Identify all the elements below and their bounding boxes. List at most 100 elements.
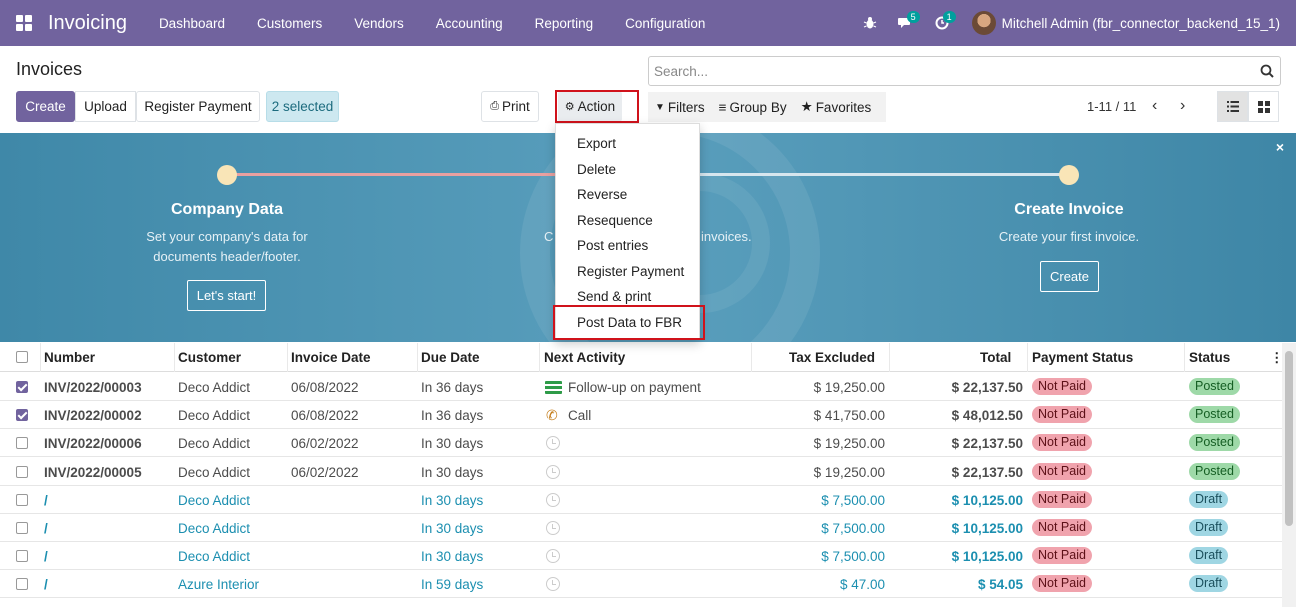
row-checkbox[interactable] xyxy=(16,522,28,534)
filters-button[interactable]: ▼ Filters xyxy=(648,100,712,115)
cell-due-date: In 30 days xyxy=(421,492,484,508)
debug-bug-icon[interactable] xyxy=(852,0,888,46)
table-scrollbar[interactable] xyxy=(1282,343,1296,607)
cell-invoice-date: 06/08/2022 xyxy=(291,380,359,395)
column-divider xyxy=(539,343,540,372)
status-badge: Posted xyxy=(1189,462,1240,480)
app-title[interactable]: Invoicing xyxy=(48,12,127,35)
row-checkbox[interactable] xyxy=(16,578,28,591)
print-button[interactable]: ⎙ Print xyxy=(481,91,539,122)
apps-menu-icon[interactable] xyxy=(0,0,48,46)
follow-up-icon[interactable] xyxy=(545,381,562,394)
close-icon[interactable]: × xyxy=(1276,139,1284,155)
menu-item-post-entries[interactable]: Post entries xyxy=(577,238,648,253)
cell-next-activity[interactable]: Call xyxy=(568,408,591,423)
status-badge: Draft xyxy=(1189,575,1229,593)
cell-next-activity[interactable]: Follow-up on payment xyxy=(568,380,701,395)
cell-total: $ 10,125.00 xyxy=(951,492,1023,508)
row-checkbox[interactable] xyxy=(16,465,28,478)
phone-icon[interactable]: ✆ xyxy=(546,407,558,424)
upload-button[interactable]: Upload xyxy=(75,91,136,122)
step-1-title: Company Data xyxy=(170,201,284,218)
menu-item-resequence[interactable]: Resequence xyxy=(577,213,653,228)
search-input[interactable]: Search... xyxy=(648,56,1281,86)
cell-number: / xyxy=(44,492,48,508)
select-all-checkbox[interactable] xyxy=(16,351,28,363)
cell-tax-excluded: $ 19,250.00 xyxy=(813,380,885,395)
row-checkbox[interactable] xyxy=(16,409,28,422)
user-menu[interactable]: Mitchell Admin (fbr_connector_backend_15… xyxy=(1002,16,1280,31)
scrollbar-thumb[interactable] xyxy=(1285,351,1293,526)
clock-icon[interactable] xyxy=(546,492,560,507)
header-tax-excluded[interactable]: Tax Excluded xyxy=(789,350,875,365)
table-row[interactable]: INV/2022/00003 Deco Addict 06/08/2022 In 36… xyxy=(0,373,1282,401)
table-row[interactable]: / Azure Interior In 59 days $ 47.00 $ 54.05 N… xyxy=(0,570,1282,599)
step-2-description-part: invoices. xyxy=(701,229,752,244)
header-invoice-date[interactable]: Invoice Date xyxy=(291,350,371,365)
payment-status-badge: Not Paid xyxy=(1032,547,1092,565)
menu-item-delete[interactable]: Delete xyxy=(577,162,616,177)
cell-tax-excluded: $ 7,500.00 xyxy=(821,521,885,536)
cell-customer: Deco Addict xyxy=(178,380,251,395)
row-checkbox[interactable] xyxy=(16,493,28,506)
menu-configuration[interactable]: Configuration xyxy=(609,0,721,46)
table-row[interactable]: INV/2022/00006 Deco Addict 06/02/2022 In 30… xyxy=(0,429,1282,458)
lets-start-button[interactable]: Let's start! xyxy=(187,280,266,311)
step-1-description: Set your company's data for documents he… xyxy=(146,229,308,264)
clock-icon[interactable] xyxy=(546,521,560,535)
create-invoice-button[interactable]: Create xyxy=(1040,261,1099,292)
column-divider xyxy=(1027,343,1028,372)
clock-icon[interactable] xyxy=(546,436,560,451)
menu-item-reverse[interactable]: Reverse xyxy=(577,187,627,202)
pager-value[interactable]: 1-11 / 11 xyxy=(1087,99,1136,114)
menu-accounting[interactable]: Accounting xyxy=(420,0,519,46)
row-checkbox[interactable] xyxy=(16,437,28,450)
row-checkbox[interactable] xyxy=(16,381,28,393)
header-payment-status[interactable]: Payment Status xyxy=(1032,350,1133,365)
search-icon[interactable] xyxy=(1260,64,1274,78)
clock-icon[interactable] xyxy=(546,464,560,479)
menu-reporting[interactable]: Reporting xyxy=(519,0,610,46)
payment-status-badge: Not Paid xyxy=(1032,575,1092,593)
header-next-activity[interactable]: Next Activity xyxy=(544,350,625,365)
column-divider xyxy=(40,343,41,372)
table-row[interactable]: / Deco Addict In 30 days $ 7,500.00 $ 10,125… xyxy=(0,514,1282,542)
create-button[interactable]: Create xyxy=(16,91,75,122)
header-total[interactable]: Total xyxy=(980,350,1011,365)
cell-customer: Deco Addict xyxy=(178,436,251,452)
clock-icon[interactable] xyxy=(546,577,560,592)
table-row[interactable]: INV/2022/00005 Deco Addict 06/02/2022 In 30… xyxy=(0,458,1282,486)
pager-previous-icon[interactable]: ‹ xyxy=(1152,97,1157,115)
pager-next-icon[interactable]: › xyxy=(1180,97,1185,115)
header-customer[interactable]: Customer xyxy=(178,350,241,365)
row-checkbox[interactable] xyxy=(16,550,28,563)
table-row[interactable]: / Deco Addict In 30 days $ 7,500.00 $ 10,125… xyxy=(0,542,1282,571)
list-view-button[interactable] xyxy=(1217,91,1248,122)
favorites-button[interactable]: ★ Favorites xyxy=(794,99,879,115)
chat-icon[interactable]: 5 xyxy=(888,0,924,46)
register-payment-button[interactable]: Register Payment xyxy=(136,91,260,122)
menu-customers[interactable]: Customers xyxy=(241,0,338,46)
cell-due-date: In 30 days xyxy=(421,464,484,480)
search-placeholder: Search... xyxy=(654,63,709,79)
user-avatar[interactable] xyxy=(971,11,996,35)
status-badge: Draft xyxy=(1189,490,1229,508)
status-badge: Posted xyxy=(1189,406,1240,424)
menu-vendors[interactable]: Vendors xyxy=(338,0,420,46)
menu-item-export[interactable]: Export xyxy=(577,136,616,151)
cell-total: $ 48,012.50 xyxy=(951,408,1023,424)
clock-icon[interactable] xyxy=(546,549,560,564)
kanban-view-button[interactable] xyxy=(1248,91,1279,122)
step-3-description: Create your first invoice. xyxy=(998,229,1140,244)
header-due-date[interactable]: Due Date xyxy=(421,350,480,365)
menu-dashboard[interactable]: Dashboard xyxy=(143,0,241,46)
group-by-button[interactable]: ≡ Group By xyxy=(712,100,794,115)
activity-clock-icon[interactable]: 1 xyxy=(924,0,960,46)
cell-customer: Deco Addict xyxy=(178,464,251,480)
header-number[interactable]: Number xyxy=(44,350,95,365)
table-row[interactable]: / Deco Addict In 30 days $ 7,500.00 $ 10,125… xyxy=(0,486,1282,514)
menu-item-send-print[interactable]: Send & print xyxy=(577,289,651,304)
header-status[interactable]: Status xyxy=(1189,350,1230,365)
table-row[interactable]: INV/2022/00002 Deco Addict 06/08/2022 In 36… xyxy=(0,401,1282,430)
menu-item-register-payment[interactable]: Register Payment xyxy=(577,264,684,279)
